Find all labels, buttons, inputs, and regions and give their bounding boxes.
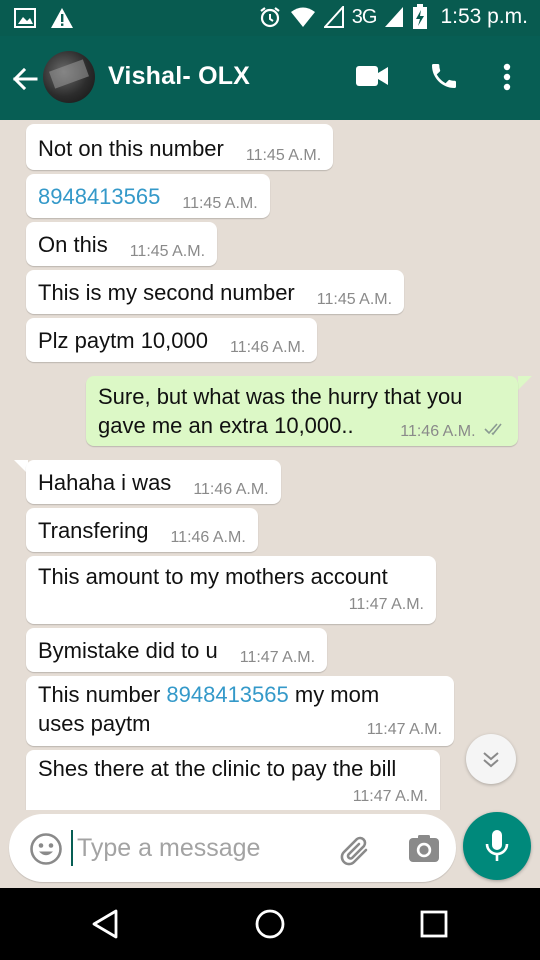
message-time: 11:45 A.M.: [245, 147, 322, 164]
message-time: 11:47 A.M.: [366, 721, 442, 738]
message-time: 11:46 A.M.: [170, 529, 246, 546]
message-bubble[interactable]: 8948413565 11:45 A.M.: [26, 174, 270, 218]
more-vert-icon[interactable]: [494, 62, 520, 97]
alarm-icon: [258, 5, 282, 29]
avatar[interactable]: [43, 51, 95, 103]
phone-icon[interactable]: [428, 60, 460, 97]
message-text: Sure, but what was the hurry that you: [98, 384, 463, 409]
message-time: 11:45 A.M.: [182, 195, 258, 212]
message-text: Not on this number: [38, 136, 224, 161]
scroll-to-bottom-button[interactable]: [466, 734, 516, 784]
message-time: 11:45 A.M.: [316, 291, 393, 308]
message-bubble[interactable]: Bymistake did to u 11:47 A.M.: [26, 628, 328, 672]
microphone-icon: [485, 830, 509, 861]
message-text: Shes there at the clinic to pay the bill: [38, 756, 397, 781]
message-bubble[interactable]: Not on this number 11:45 A.M.: [26, 124, 334, 170]
nav-recents-icon[interactable]: [420, 910, 448, 943]
nav-home-icon[interactable]: [254, 908, 286, 945]
message-bubble[interactable]: Hahaha i was 11:46 A.M.: [26, 460, 281, 504]
contact-name[interactable]: Vishal- OLX: [108, 62, 250, 91]
message-bubble[interactable]: On this 11:45 A.M.: [26, 222, 218, 266]
video-call-icon[interactable]: [355, 64, 389, 93]
message-bubble[interactable]: This number 8948413565 my mom uses paytm…: [26, 676, 454, 746]
image-icon: [14, 8, 36, 28]
status-time: 1:53 p.m.: [440, 5, 528, 28]
status-bar: 3G 1:53 p.m.: [0, 0, 540, 36]
double-chevron-down-icon: [483, 752, 499, 768]
message-bubble[interactable]: Shes there at the clinic to pay the bill…: [26, 750, 440, 810]
message-bubble[interactable]: Plz paytm 10,000 11:46 A.M.: [26, 318, 318, 362]
phone-number-link[interactable]: 8948413565: [166, 682, 288, 707]
back-arrow-icon[interactable]: [8, 62, 42, 96]
message-time: 11:46 A.M.: [229, 339, 306, 356]
phone-number-link[interactable]: 8948413565: [38, 182, 160, 211]
double-check-icon: [484, 417, 506, 446]
camera-icon[interactable]: [407, 834, 441, 869]
message-text: Bymistake did to u: [38, 638, 218, 663]
attach-icon[interactable]: [339, 833, 373, 872]
chat-area[interactable]: Not on this number 11:45 A.M. 8948413565…: [0, 120, 540, 810]
signal-icon: [323, 6, 344, 28]
message-time: 11:47 A.M.: [352, 788, 428, 805]
message-text: This number: [38, 682, 167, 707]
message-bubble[interactable]: This amount to my mothers account 11:47 …: [26, 556, 436, 624]
message-text: On this: [38, 232, 108, 257]
message-text: uses paytm: [38, 711, 151, 736]
message-time: 11:46 A.M.: [400, 423, 476, 440]
message-text: This is my second number: [38, 280, 295, 305]
wifi-icon: [290, 6, 316, 28]
message-time: 11:46 A.M.: [193, 481, 269, 498]
nav-back-icon[interactable]: [90, 908, 120, 945]
message-text: Transfering: [38, 518, 149, 543]
message-bubble[interactable]: Transfering 11:46 A.M.: [26, 508, 258, 552]
voice-record-button[interactable]: [463, 812, 531, 880]
message-time: 11:45 A.M.: [129, 243, 206, 260]
compose-field[interactable]: [9, 814, 456, 882]
system-nav-bar: [0, 888, 540, 960]
bubble-tail: [518, 376, 532, 390]
network-type: 3G: [351, 5, 378, 28]
message-time: 11:47 A.M.: [348, 596, 424, 613]
message-text: my mom: [288, 682, 380, 707]
message-time: 11:47 A.M.: [239, 649, 316, 666]
battery-charging-icon: [412, 4, 428, 30]
message-text: gave me an extra 10,000..: [98, 413, 354, 438]
emoji-icon[interactable]: [29, 832, 63, 871]
message-bubble-outgoing[interactable]: Sure, but what was the hurry that you ga…: [86, 376, 518, 446]
message-bubble[interactable]: This is my second number 11:45 A.M.: [26, 270, 405, 314]
warning-icon: [50, 7, 74, 29]
message-input[interactable]: [71, 830, 321, 866]
chat-header: Vishal- OLX: [0, 36, 540, 120]
message-text: Plz paytm 10,000: [38, 328, 208, 353]
message-text: This amount to my mothers account: [38, 564, 388, 589]
message-text: Hahaha i was: [38, 470, 172, 495]
compose-bar: [0, 810, 540, 888]
signal-icon: [384, 6, 404, 28]
